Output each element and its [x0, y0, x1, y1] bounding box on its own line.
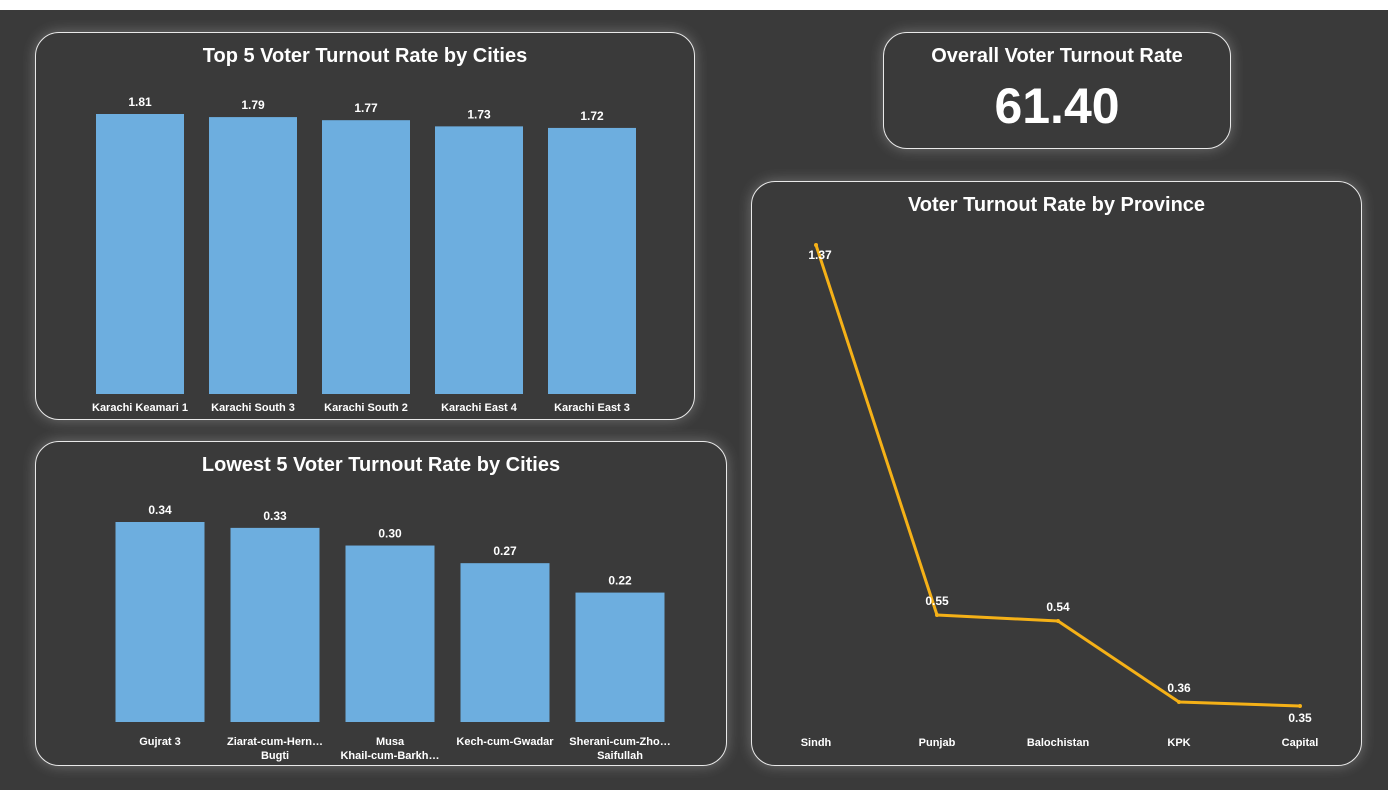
category-tick-label: Sindh	[801, 737, 832, 749]
bar[interactable]	[575, 592, 665, 722]
category-tick-label: Karachi East 3	[554, 402, 630, 414]
category-tick-label: Kech-cum-Gwadar	[456, 736, 554, 748]
bar[interactable]	[115, 522, 205, 722]
point-value-label: 0.36	[1167, 681, 1191, 695]
category-tick-label: KPK	[1167, 737, 1190, 749]
bar[interactable]	[548, 127, 636, 394]
bar-value-label: 1.73	[467, 107, 491, 121]
bar-value-label: 0.27	[493, 544, 517, 558]
province-chart-card: Voter Turnout Rate by Province 1.37 Sindh…	[751, 181, 1362, 766]
category-tick-label: Saifullah	[597, 750, 643, 762]
category-tick-label: Karachi Keamari 1	[92, 402, 188, 414]
category-tick-label: Karachi South 2	[324, 402, 408, 414]
bar[interactable]	[460, 563, 550, 722]
bar-value-label: 0.22	[608, 574, 632, 588]
bar-value-label: 0.34	[148, 503, 172, 517]
bar[interactable]	[345, 545, 435, 722]
bar-value-label: 1.81	[128, 95, 152, 109]
category-tick-label: Karachi East 4	[441, 402, 518, 414]
bar[interactable]	[209, 117, 297, 394]
dashboard-canvas: Top 5 Voter Turnout Rate by Cities 1.81 K…	[0, 10, 1388, 790]
top-cities-bar-chart: 1.81 Karachi Keamari 1 1.79 Karachi South 3…	[92, 95, 636, 414]
kpi-title: Overall Voter Turnout Rate	[931, 45, 1183, 67]
line-point[interactable]	[1177, 700, 1181, 704]
point-value-label: 0.55	[925, 594, 949, 608]
point-value-label: 1.37	[808, 248, 832, 262]
category-tick-label: Balochistan	[1027, 737, 1090, 749]
point-value-label: 0.35	[1288, 711, 1312, 725]
overall-turnout-kpi-card: Overall Voter Turnout Rate 61.40	[883, 32, 1231, 149]
category-tick-label: Khail-cum-Barkh…	[340, 750, 439, 762]
bar-value-label: 0.33	[263, 509, 287, 523]
category-tick-label: Capital	[1282, 737, 1319, 749]
line-point[interactable]	[935, 613, 939, 617]
kpi-value: 61.40	[994, 78, 1120, 134]
category-tick-label: Punjab	[919, 737, 956, 749]
lowest-cities-bar-chart: 0.34 Gujrat 3 0.33 Ziarat-cum-Hern… Bugti 0.3…	[115, 503, 671, 762]
bar[interactable]	[96, 114, 184, 394]
category-tick-label: Gujrat 3	[139, 736, 181, 748]
bar[interactable]	[322, 120, 410, 395]
point-value-label: 0.54	[1046, 600, 1070, 614]
line-point[interactable]	[1298, 704, 1302, 708]
series-line[interactable]	[814, 244, 1301, 708]
category-tick-label: Bugti	[261, 750, 289, 762]
province-line-chart: 1.37 Sindh 0.55 Punjab 0.54 Balochistan 0.36 KP…	[801, 243, 1319, 749]
line-point[interactable]	[1056, 619, 1060, 623]
bar[interactable]	[230, 527, 320, 722]
bar-value-label: 1.77	[354, 101, 378, 115]
bar-value-label: 1.72	[580, 109, 604, 123]
bar[interactable]	[435, 126, 523, 394]
lowest-cities-chart-card: Lowest 5 Voter Turnout Rate by Cities 0.…	[35, 441, 727, 766]
category-tick-label: Musa	[376, 736, 405, 748]
category-tick-label: Sherani-cum-Zho…	[569, 736, 670, 748]
bar-value-label: 0.30	[378, 527, 402, 541]
category-tick-label: Karachi South 3	[211, 402, 295, 414]
top-cities-chart-card: Top 5 Voter Turnout Rate by Cities 1.81 K…	[35, 32, 695, 420]
bar-value-label: 1.79	[241, 98, 265, 112]
line-point[interactable]	[814, 243, 818, 247]
category-tick-label: Ziarat-cum-Hern…	[227, 736, 323, 748]
